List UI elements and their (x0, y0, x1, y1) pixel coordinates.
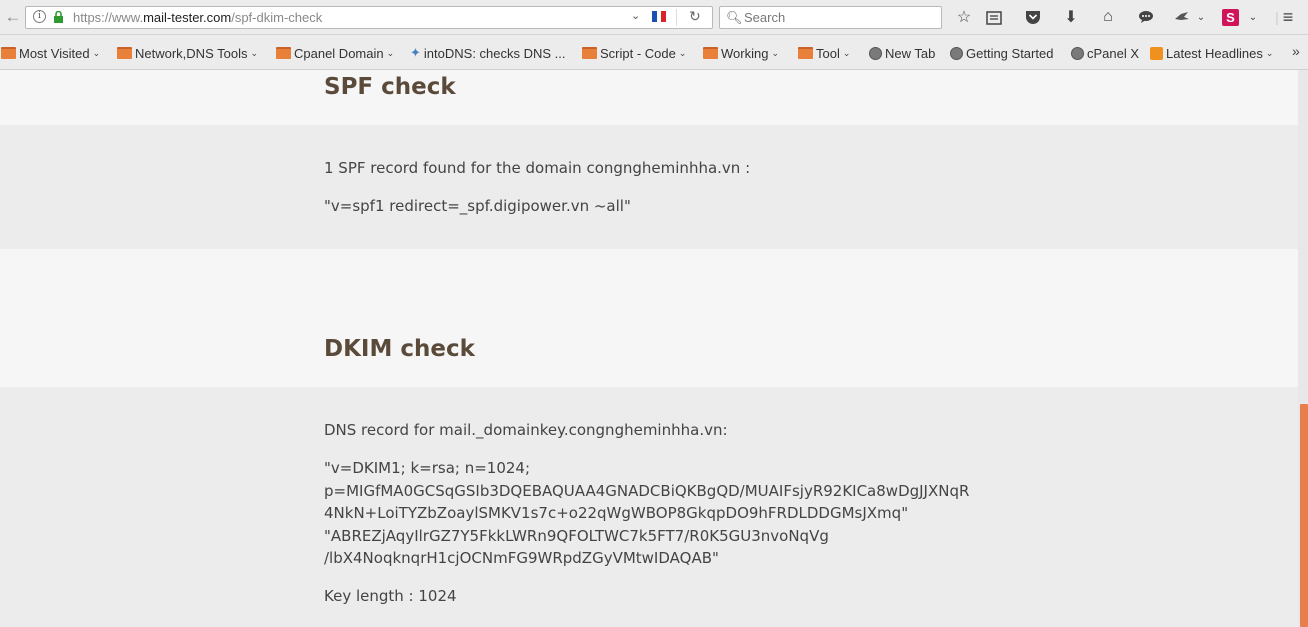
chat-icon[interactable] (1135, 6, 1157, 28)
chevron-down-icon: ⌄ (678, 47, 687, 58)
dkim-record-line: "ABREZjAqyIlrGZ7Y5FkkLWRn9QFOLTWC7k5FT7/… (324, 526, 829, 545)
bookmark-label: Script - Code (600, 45, 676, 61)
page-scrollbar[interactable] (1298, 70, 1308, 627)
bookmark-cpanel-x[interactable]: cPanel X (1071, 44, 1139, 62)
folder-icon (798, 47, 813, 59)
chevron-down-icon: ⌄ (92, 47, 101, 58)
bookmark-label: cPanel X (1087, 45, 1140, 61)
navigation-toolbar: ← i https://www.mail-tester.com/spf-dkim… (0, 0, 1308, 35)
bookmark-label: Latest Headlines (1166, 45, 1263, 61)
folder-icon (276, 47, 291, 59)
back-arrow-icon: ← (4, 7, 22, 26)
bookmark-new-tab[interactable]: New Tab (869, 44, 935, 62)
chevron-down-icon: ⌄ (842, 47, 851, 58)
search-input[interactable]: Search (744, 10, 785, 25)
bookmark-latest-headlines[interactable]: Latest Headlines ⌄ (1150, 44, 1273, 62)
dkim-record-line: 4NkN+LoiTYZbZoaylSMKV1s7c+o22qWgWBOP8Gkq… (324, 504, 909, 522)
url-prefix: https://www. (73, 10, 144, 25)
url-divider (676, 9, 677, 26)
home-icon[interactable]: ⌂ (1097, 6, 1119, 28)
dkim-record-line: /lbX4NoqknqrH1cjOCNmFG9WRpdZGyVMtwIDAQAB… (324, 549, 719, 567)
download-icon[interactable]: ⬇ (1060, 6, 1082, 28)
spf-header-band (0, 70, 1298, 125)
french-flag-icon[interactable] (652, 11, 667, 22)
bookmark-label: Working (721, 45, 769, 61)
dkim-record-line: "v=DKIM1; k=rsa; n=1024; (324, 459, 531, 477)
bookmark-cpanel-domain[interactable]: Cpanel Domain ⌄ (276, 44, 394, 62)
url-bar[interactable]: i https://www.mail-tester.com/spf-dkim-c… (25, 6, 713, 29)
chevron-down-icon: ⌄ (771, 47, 779, 58)
bookmark-label: Cpanel Domain (294, 45, 384, 61)
globe-icon (950, 46, 963, 60)
back-button[interactable]: ← (2, 6, 24, 28)
folder-icon (703, 47, 718, 59)
reload-icon[interactable]: ↻ (689, 8, 701, 25)
bookmark-tool[interactable]: Tool ⌄ (798, 44, 850, 62)
lock-icon[interactable] (53, 11, 64, 23)
chevron-down-icon: ⌄ (386, 47, 395, 58)
bookmark-label: Most Visited (19, 45, 90, 61)
globe-icon (1071, 46, 1084, 60)
spf-found-text: 1 SPF record found for the domain congng… (324, 159, 751, 177)
gear-icon (1, 47, 16, 59)
dkim-key-length: Key length : 1024 (324, 587, 457, 605)
url-text[interactable]: https://www.mail-tester.com/spf-dkim-che… (73, 10, 322, 25)
scrollbar-thumb[interactable] (1300, 404, 1308, 627)
bookmark-label: New Tab (885, 45, 936, 61)
bookmark-getting-started[interactable]: Getting Started (950, 44, 1053, 62)
url-history-dropdown-icon[interactable]: ⌄ (631, 9, 640, 22)
pocket-icon[interactable] (1022, 6, 1044, 28)
extension-dropdown-icon[interactable]: ⌄ (1190, 6, 1212, 28)
bookmarks-toolbar: Most Visited ⌄ Network,DNS Tools ⌄ Cpane… (0, 35, 1308, 70)
bookmark-label: Getting Started (966, 45, 1054, 61)
s-extension-icon[interactable]: S (1222, 9, 1239, 26)
search-icon: 🔍︎ (726, 10, 743, 25)
dkim-record-line: p=MIGfMA0GCSqGSIb3DQEBAQUAA4GNADCBiQKBgQ… (324, 481, 970, 500)
bookmark-script-code[interactable]: Script - Code ⌄ (582, 44, 686, 62)
folder-icon (117, 47, 132, 59)
folder-icon (582, 47, 597, 59)
menu-icon[interactable]: ≡ (1277, 6, 1299, 28)
puzzle-icon: ✦ (410, 45, 421, 60)
rss-icon (1150, 46, 1163, 60)
bookmark-label: intoDNS: checks DNS ... (423, 45, 566, 61)
chevron-down-icon: ⌄ (1265, 47, 1274, 58)
bookmark-working[interactable]: Working ⌄ (703, 44, 779, 62)
bookmark-intodns[interactable]: ✦ intoDNS: checks DNS ... (410, 44, 566, 62)
url-domain: mail-tester.com (143, 10, 232, 25)
extension-s-dropdown-icon[interactable]: ⌄ (1242, 6, 1264, 28)
dkim-record-text: "v=DKIM1; k=rsa; n=1024; p=MIGfMA0GCSqGS… (324, 457, 969, 570)
chevron-down-icon: ⌄ (250, 47, 259, 58)
bookmark-network-dns-tools[interactable]: Network,DNS Tools ⌄ (117, 44, 258, 62)
dkim-header-band (0, 249, 1298, 387)
bookmark-label: Tool (816, 45, 840, 61)
globe-icon (869, 46, 882, 60)
spf-check-heading: SPF check (324, 74, 456, 100)
url-path: /spf-dkim-check (231, 10, 323, 25)
reading-list-icon[interactable] (983, 6, 1005, 28)
page-content: SPF check 1 SPF record found for the dom… (0, 70, 1298, 627)
bookmark-star-icon[interactable]: ☆ (953, 6, 975, 28)
dkim-check-heading: DKIM check (324, 336, 475, 362)
info-icon[interactable]: i (33, 10, 46, 23)
spf-result-band (0, 125, 1298, 249)
bookmark-most-visited[interactable]: Most Visited ⌄ (1, 44, 100, 62)
search-bar[interactable]: 🔍︎ Search (719, 6, 942, 29)
dkim-record-label: DNS record for mail._domainkey.congnghem… (324, 421, 728, 439)
spf-record-text: "v=spf1 redirect=_spf.digipower.vn ~all" (324, 197, 631, 215)
bookmarks-overflow-icon[interactable]: » (1292, 43, 1300, 59)
bookmark-label: Network,DNS Tools (135, 45, 248, 61)
